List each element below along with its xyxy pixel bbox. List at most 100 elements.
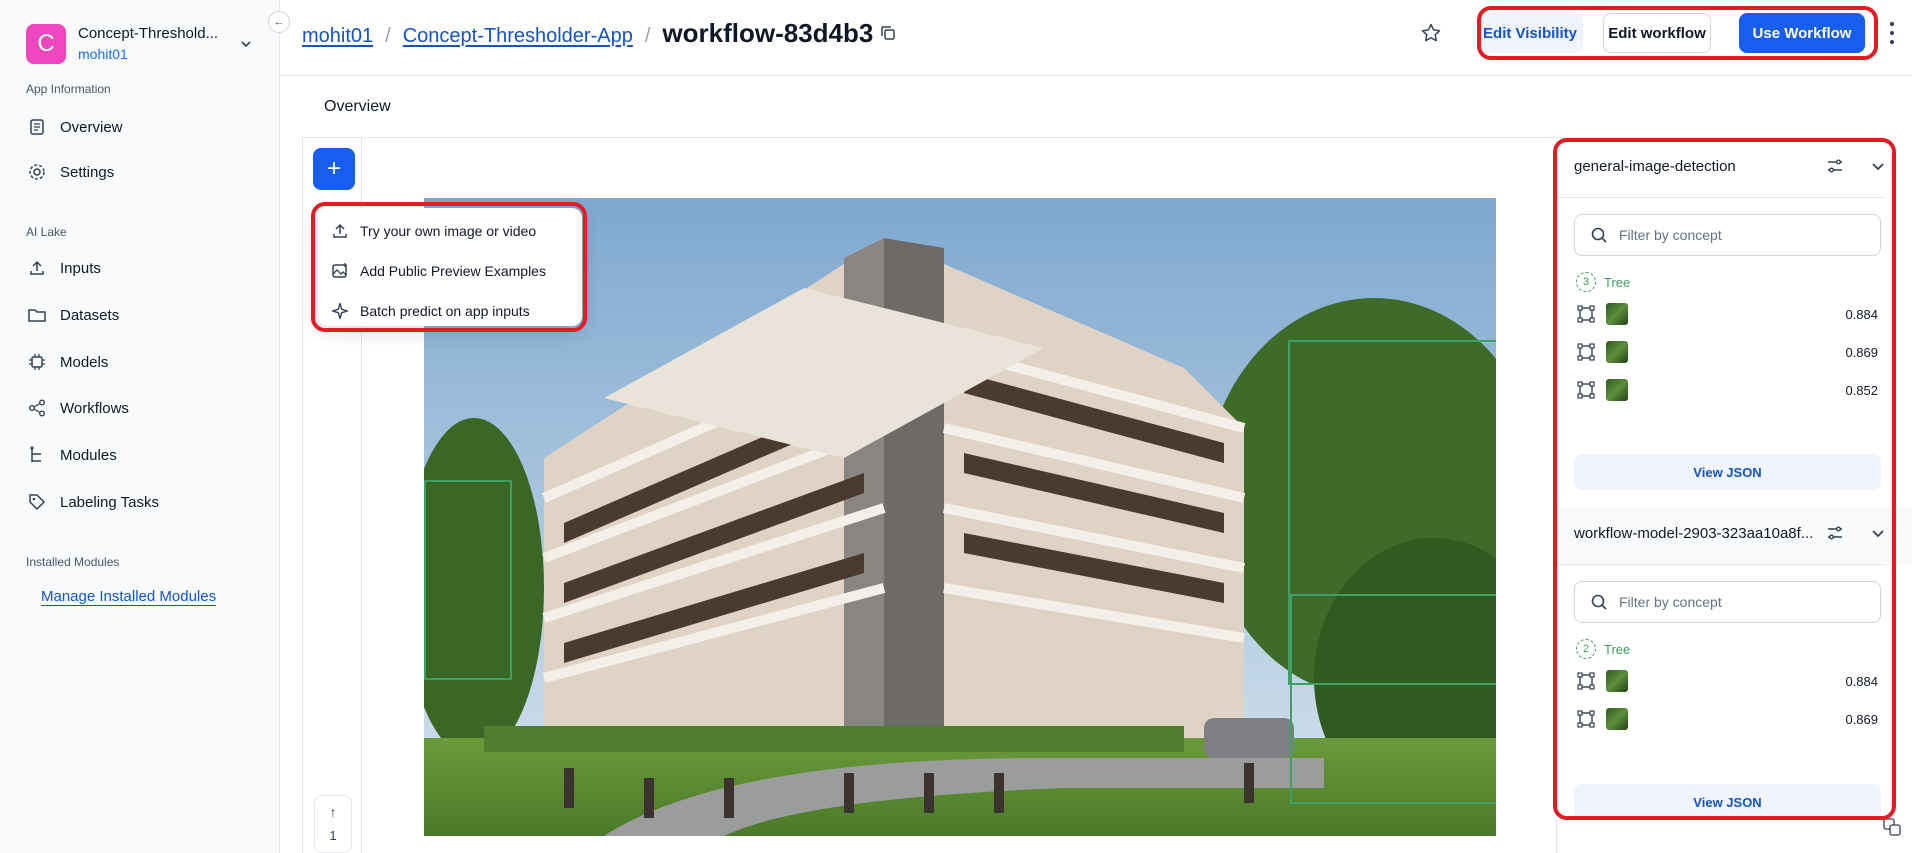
menu-item-label: Batch predict on app inputs <box>360 303 530 319</box>
menu-item-label: Add Public Preview Examples <box>360 263 546 279</box>
chevron-down-icon[interactable] <box>1870 158 1886 179</box>
app-meta: Concept-Threshold... mohit01 <box>78 25 236 63</box>
detection-score: 0.884 <box>1845 673 1878 689</box>
sidebar-item-labeling-tasks[interactable]: Labeling Tasks <box>26 486 256 518</box>
sparkle-icon <box>330 301 350 321</box>
detection-row[interactable]: 0.884 <box>1576 669 1878 693</box>
model-header[interactable]: general-image-detection <box>1556 138 1886 198</box>
sidebar-item-label: Inputs <box>60 259 101 277</box>
page-control[interactable]: ↑ 1 <box>314 795 352 853</box>
star-icon[interactable] <box>1420 22 1442 44</box>
view-json-button[interactable]: View JSON <box>1574 784 1881 820</box>
upload-icon <box>330 221 350 241</box>
edit-visibility-button[interactable]: Edit Visibility <box>1477 13 1583 53</box>
collapse-sidebar-button[interactable]: ← <box>268 11 290 33</box>
breadcrumb-app[interactable]: Concept-Thresholder-App <box>403 25 633 48</box>
chevron-down-icon[interactable] <box>1870 525 1886 546</box>
use-workflow-button[interactable]: Use Workflow <box>1739 13 1865 53</box>
sidebar-item-modules[interactable]: Modules <box>26 439 256 471</box>
add-input-menu: Try your own image or video Add Public P… <box>318 208 582 326</box>
detection-thumbnail <box>1606 708 1628 730</box>
breadcrumb-separator: / <box>644 25 651 47</box>
add-input-button[interactable]: + <box>313 148 355 190</box>
breadcrumb: mohit01 / Concept-Thresholder-App / work… <box>302 18 897 49</box>
detection-thumbnail <box>1606 341 1628 363</box>
sidebar: C Concept-Threshold... mohit01 App Infor… <box>0 0 280 853</box>
sidebar-item-overview[interactable]: Overview <box>26 111 256 143</box>
breadcrumb-owner[interactable]: mohit01 <box>302 25 373 48</box>
app-owner[interactable]: mohit01 <box>78 45 236 63</box>
page-title: workflow-83d4b3 <box>662 18 874 48</box>
detection-row[interactable]: 0.852 <box>1576 378 1878 402</box>
view-json-button[interactable]: View JSON <box>1574 454 1881 490</box>
sidebar-item-settings[interactable]: Settings <box>26 156 256 188</box>
sliders-icon[interactable] <box>1826 157 1844 180</box>
sliders-icon[interactable] <box>1826 524 1844 547</box>
edit-workflow-button[interactable]: Edit workflow <box>1603 13 1711 53</box>
folder-icon <box>26 304 48 326</box>
arrow-up-icon[interactable]: ↑ <box>330 804 337 820</box>
sidebar-item-label: Modules <box>60 446 117 464</box>
filter-placeholder: Filter by concept <box>1619 227 1722 243</box>
translate-icon[interactable] <box>1883 818 1903 838</box>
sidebar-item-inputs[interactable]: Inputs <box>26 252 256 284</box>
tag-icon <box>26 491 48 513</box>
detection-row[interactable]: 0.869 <box>1576 340 1878 364</box>
preview-image <box>424 198 1496 836</box>
detection-box[interactable] <box>424 480 512 680</box>
upload-icon <box>26 257 48 279</box>
search-icon <box>1589 225 1609 245</box>
detection-thumbnail <box>1606 303 1628 325</box>
model-header[interactable]: workflow-model-2903-323aa10a8f... <box>1556 505 1886 565</box>
sidebar-item-label: Workflows <box>60 399 129 417</box>
model-title: general-image-detection <box>1574 158 1736 175</box>
concept-group[interactable]: 3 Tree <box>1576 272 1630 292</box>
menu-item-try-own-image[interactable]: Try your own image or video <box>330 218 536 244</box>
hierarchy-icon <box>26 444 48 466</box>
sidebar-item-datasets[interactable]: Datasets <box>26 299 256 331</box>
sidebar-item-label: Models <box>60 353 109 371</box>
sidebar-item-workflows[interactable]: Workflows <box>26 392 256 424</box>
tab-overview[interactable]: Overview <box>324 98 391 116</box>
share-icon <box>26 397 48 419</box>
detection-score: 0.852 <box>1845 382 1878 398</box>
concept-filter-input[interactable]: Filter by concept <box>1574 214 1881 256</box>
page-number: 1 <box>329 828 337 843</box>
menu-item-batch-predict[interactable]: Batch predict on app inputs <box>330 298 530 324</box>
detection-score: 0.869 <box>1845 344 1878 360</box>
detection-score: 0.869 <box>1845 711 1878 727</box>
section-installed-modules: Installed Modules <box>26 555 120 569</box>
tab-bar: Overview <box>302 90 1882 138</box>
app-avatar: C <box>26 24 66 64</box>
bounding-box-icon <box>1576 380 1596 400</box>
page-header: mohit01 / Concept-Thresholder-App / work… <box>280 0 1912 76</box>
image-add-icon <box>330 261 350 281</box>
chevron-down-icon[interactable] <box>236 34 256 54</box>
sidebar-item-label: Overview <box>60 118 123 136</box>
menu-item-add-public-examples[interactable]: Add Public Preview Examples <box>330 258 546 284</box>
concept-name: Tree <box>1604 641 1631 657</box>
detection-box[interactable] <box>1290 594 1496 804</box>
sidebar-item-models[interactable]: Models <box>26 346 256 378</box>
concept-group[interactable]: 2 Tree <box>1576 639 1630 659</box>
document-icon <box>26 116 48 138</box>
detection-thumbnail <box>1606 670 1628 692</box>
concept-count: 3 <box>1576 272 1596 292</box>
app-name: Concept-Threshold... <box>78 25 219 42</box>
detection-row[interactable]: 0.884 <box>1576 302 1878 326</box>
search-icon <box>1589 592 1609 612</box>
detection-row[interactable]: 0.869 <box>1576 707 1878 731</box>
sidebar-item-label: Labeling Tasks <box>60 493 159 511</box>
app-root: C Concept-Threshold... mohit01 App Infor… <box>0 0 1912 853</box>
bounding-box-icon <box>1576 671 1596 691</box>
section-app-information: App Information <box>26 82 111 96</box>
bounding-box-icon <box>1576 709 1596 729</box>
gear-icon <box>26 161 48 183</box>
sidebar-item-label: Settings <box>60 163 115 181</box>
manage-installed-modules-link[interactable]: Manage Installed Modules <box>41 588 216 605</box>
copy-icon[interactable] <box>879 24 897 42</box>
detection-score: 0.884 <box>1845 306 1878 322</box>
concept-filter-input[interactable]: Filter by concept <box>1574 581 1881 623</box>
app-switcher[interactable]: C Concept-Threshold... mohit01 <box>26 24 256 64</box>
more-options-icon[interactable] <box>1885 20 1899 46</box>
